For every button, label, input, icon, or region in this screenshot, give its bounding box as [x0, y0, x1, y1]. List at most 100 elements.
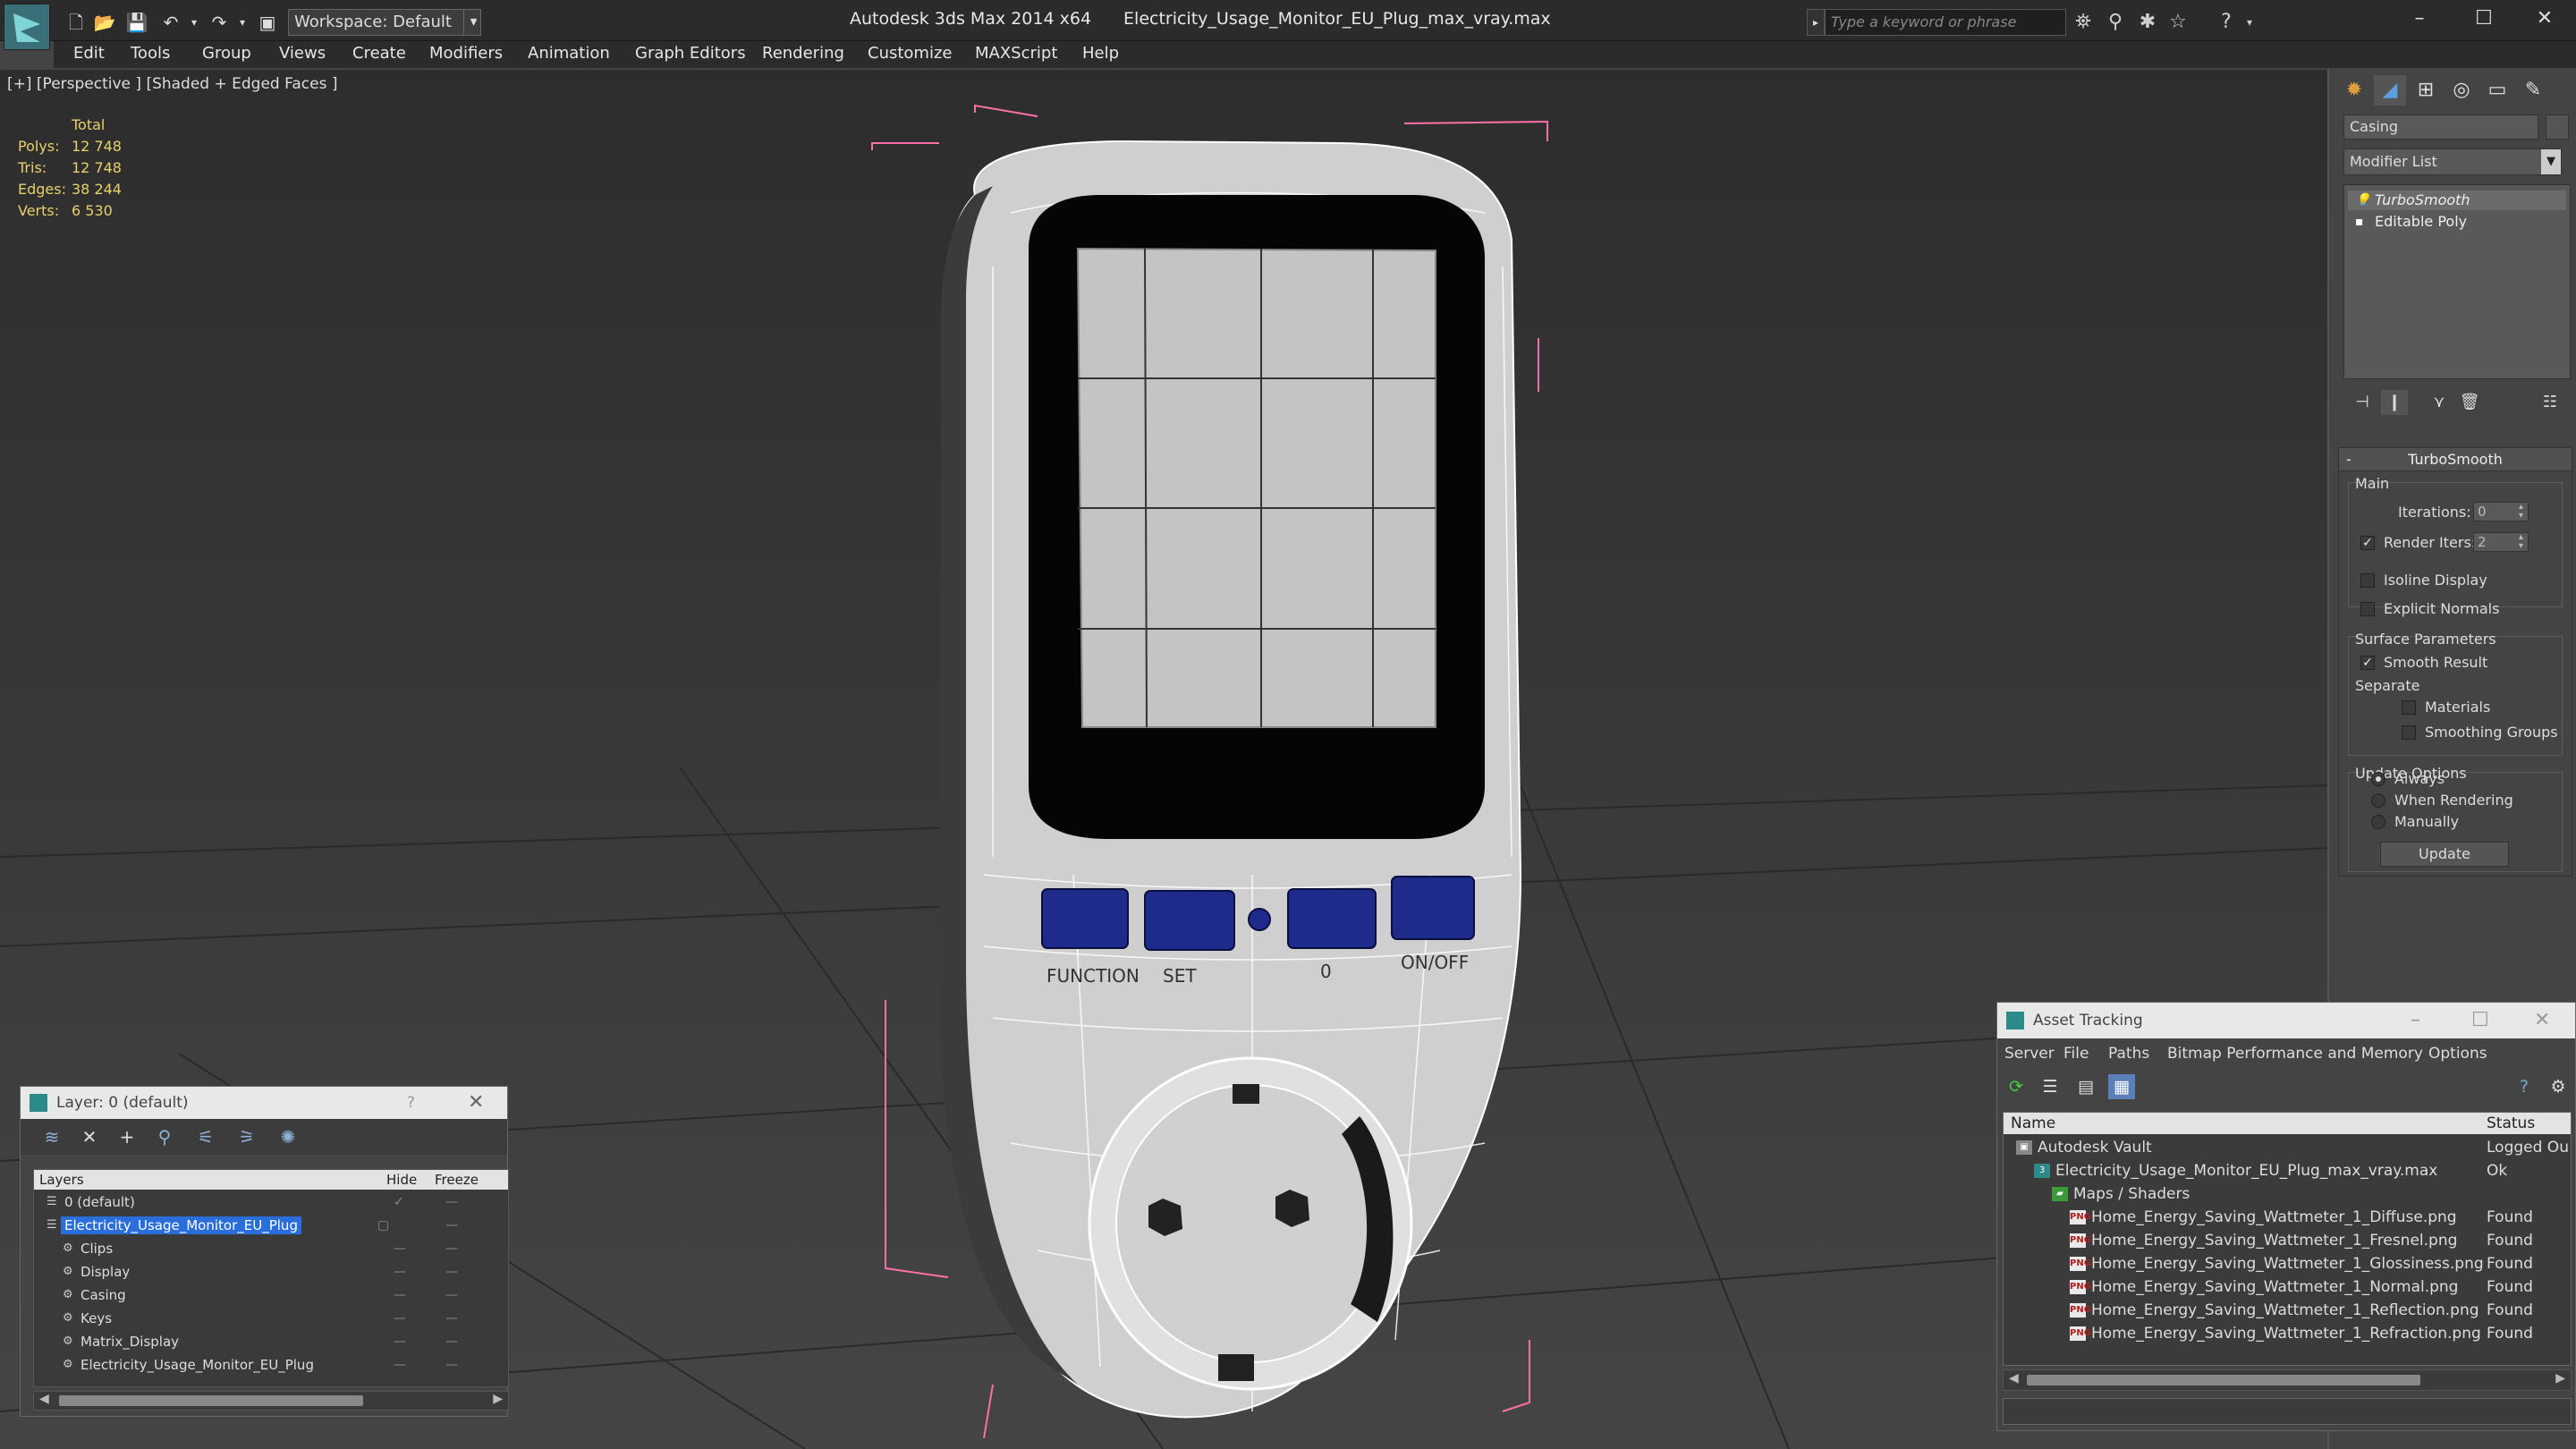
asset-menu-bitmap[interactable]: Bitmap Performance and Memory: [2167, 1045, 2423, 1063]
hide-toggle[interactable]: —: [394, 1261, 406, 1283]
hide-all-icon[interactable]: ⚞: [233, 1124, 260, 1149]
close-icon[interactable]: ✕: [2534, 1003, 2550, 1038]
scroll-thumb[interactable]: [2027, 1375, 2420, 1385]
freeze-all-icon[interactable]: ✺: [275, 1124, 301, 1149]
menu-edit[interactable]: Edit: [73, 44, 105, 63]
table-view-icon[interactable]: ▦: [2108, 1074, 2135, 1099]
update-button[interactable]: Update: [2380, 842, 2509, 867]
configure-sets-icon[interactable]: ☷: [2537, 390, 2563, 415]
freeze-toggle[interactable]: —: [445, 1331, 458, 1352]
layer-row[interactable]: ☰ 0 (default) ✓ —: [34, 1191, 508, 1213]
rollout-header[interactable]: - TurboSmooth: [2339, 448, 2572, 471]
col-freeze[interactable]: Freeze: [435, 1172, 479, 1188]
hide-toggle[interactable]: —: [394, 1331, 406, 1352]
add-to-layer-icon[interactable]: +: [114, 1124, 140, 1149]
explicit-normals-checkbox[interactable]: [2360, 602, 2375, 616]
workspace-dropdown-button[interactable]: ▾: [463, 9, 483, 36]
asset-row[interactable]: 3 Electricity_Usage_Monitor_EU_Plug_max_v…: [2004, 1159, 2571, 1182]
settings-icon[interactable]: ⚙: [2545, 1074, 2572, 1099]
asset-menu-paths[interactable]: Paths: [2108, 1045, 2149, 1063]
asset-row[interactable]: ▰ Maps / Shaders: [2004, 1182, 2571, 1206]
asset-menu-server[interactable]: Server: [2004, 1045, 2055, 1063]
utilities-tab-icon[interactable]: ✎: [2517, 75, 2549, 106]
render-iters-checkbox[interactable]: ✓: [2360, 536, 2375, 550]
layer-dialog-titlebar[interactable]: Layer: 0 (default) ? ✕: [21, 1087, 507, 1119]
hide-toggle[interactable]: —: [394, 1284, 406, 1306]
close-button[interactable]: ✕: [2513, 0, 2576, 38]
col-layers[interactable]: Layers: [39, 1172, 84, 1188]
hierarchy-tab-icon[interactable]: ⊞: [2410, 75, 2442, 106]
help-button[interactable]: ?: [407, 1087, 415, 1119]
asset-row[interactable]: PNG Home_Energy_Saving_Wattmeter_1_Refrac…: [2004, 1322, 2571, 1345]
maximize-icon[interactable]: ☐: [2471, 1003, 2489, 1038]
freeze-toggle[interactable]: —: [445, 1284, 458, 1306]
menu-tools[interactable]: Tools: [131, 44, 170, 63]
scroll-left-icon[interactable]: ◀: [2009, 1371, 2019, 1385]
favorites-star-icon[interactable]: ☆: [2165, 9, 2191, 36]
hide-toggle[interactable]: —: [394, 1238, 406, 1259]
list-view-icon[interactable]: ☰: [2037, 1074, 2063, 1099]
asset-row[interactable]: PNG Home_Energy_Saving_Wattmeter_1_Normal…: [2004, 1275, 2571, 1299]
workspace-select[interactable]: Workspace: Default ▾: [288, 9, 481, 36]
asset-dialog-titlebar[interactable]: Asset Tracking – ☐ ✕: [1997, 1003, 2575, 1038]
iterations-spinner[interactable]: 0: [2473, 502, 2529, 521]
asset-row[interactable]: PNG Home_Energy_Saving_Wattmeter_1_Reflec…: [2004, 1299, 2571, 1322]
menu-views[interactable]: Views: [279, 44, 326, 63]
scroll-right-icon[interactable]: ▶: [493, 1392, 503, 1406]
scroll-left-icon[interactable]: ◀: [39, 1392, 49, 1406]
project-folder-icon[interactable]: ▣: [256, 11, 279, 34]
freeze-toggle[interactable]: —: [445, 1215, 458, 1236]
asset-row[interactable]: PNG Home_Energy_Saving_Wattmeter_1_Glossi…: [2004, 1252, 2571, 1275]
freeze-toggle[interactable]: —: [445, 1354, 458, 1376]
show-end-result-icon[interactable]: ❙: [2381, 390, 2408, 415]
expand-plus-icon[interactable]: ▪: [2355, 212, 2364, 232]
asset-horizontal-scrollbar[interactable]: ◀ ▶: [2003, 1369, 2572, 1391]
minimize-button[interactable]: –: [2388, 0, 2451, 38]
layer-row[interactable]: ⚙ Matrix_Display — —: [34, 1331, 508, 1352]
refresh-icon[interactable]: ⟳: [2003, 1074, 2029, 1099]
object-name-field[interactable]: Casing: [2343, 114, 2538, 140]
object-color-swatch[interactable]: [2546, 114, 2569, 140]
binoculars-icon[interactable]: ⛯: [2070, 9, 2097, 36]
undo-dropdown-icon[interactable]: ▾: [182, 11, 206, 34]
asset-row[interactable]: ▣ Autodesk Vault Logged Ou: [2004, 1136, 2571, 1159]
exchange-icon[interactable]: ✱: [2134, 9, 2161, 36]
open-file-icon[interactable]: 📂: [93, 11, 116, 34]
menu-rendering[interactable]: Rendering: [762, 44, 844, 63]
layer-row[interactable]: ☰ Electricity_Usage_Monitor_EU_Plug ▢ —: [34, 1215, 508, 1236]
delete-layer-icon[interactable]: ✕: [76, 1124, 103, 1149]
communication-center-icon[interactable]: ⚲: [2102, 9, 2129, 36]
freeze-toggle[interactable]: —: [445, 1238, 458, 1259]
new-layer-icon[interactable]: ≋: [38, 1124, 65, 1149]
display-tab-icon[interactable]: ▭: [2481, 75, 2513, 106]
hide-toggle[interactable]: ▢: [377, 1215, 389, 1236]
asset-menu-file[interactable]: File: [2063, 1045, 2089, 1063]
lightbulb-icon[interactable]: 💡: [2355, 191, 2370, 210]
menu-maxscript[interactable]: MAXScript: [975, 44, 1057, 63]
layer-row[interactable]: ⚙ Casing — —: [34, 1284, 508, 1306]
menu-graph-editors[interactable]: Graph Editors: [635, 44, 746, 63]
menu-help[interactable]: Help: [1082, 44, 1119, 63]
new-file-icon[interactable]: 🗋: [64, 11, 88, 34]
freeze-toggle[interactable]: —: [445, 1261, 458, 1283]
detail-view-icon[interactable]: ▤: [2072, 1074, 2099, 1099]
layer-row[interactable]: ⚙ Keys — —: [34, 1308, 508, 1329]
help-icon[interactable]: ?: [2511, 1074, 2538, 1099]
modifier-list-dropdown[interactable]: Modifier List ▼: [2343, 148, 2562, 175]
stack-item-editable-poly[interactable]: ▪ Editable Poly: [2348, 212, 2566, 232]
layer-row[interactable]: ⚙ Display — —: [34, 1261, 508, 1283]
layer-horizontal-scrollbar[interactable]: ◀ ▶: [33, 1391, 509, 1411]
always-radio[interactable]: [2371, 772, 2385, 786]
menu-customize[interactable]: Customize: [868, 44, 952, 63]
scroll-thumb[interactable]: [59, 1395, 363, 1406]
pin-stack-icon[interactable]: ⊣: [2349, 390, 2376, 415]
save-file-icon[interactable]: 💾: [125, 11, 148, 34]
smooth-result-checkbox[interactable]: ✓: [2360, 656, 2375, 670]
undo-icon[interactable]: ↶: [159, 11, 182, 34]
smoothing-groups-checkbox[interactable]: [2402, 725, 2416, 740]
redo-icon[interactable]: ↷: [208, 11, 231, 34]
search-input[interactable]: Type a keyword or phrase: [1825, 9, 2066, 36]
create-tab-icon[interactable]: ✹: [2338, 75, 2370, 106]
hide-toggle[interactable]: —: [394, 1354, 406, 1376]
redo-dropdown-icon[interactable]: ▾: [231, 11, 254, 34]
